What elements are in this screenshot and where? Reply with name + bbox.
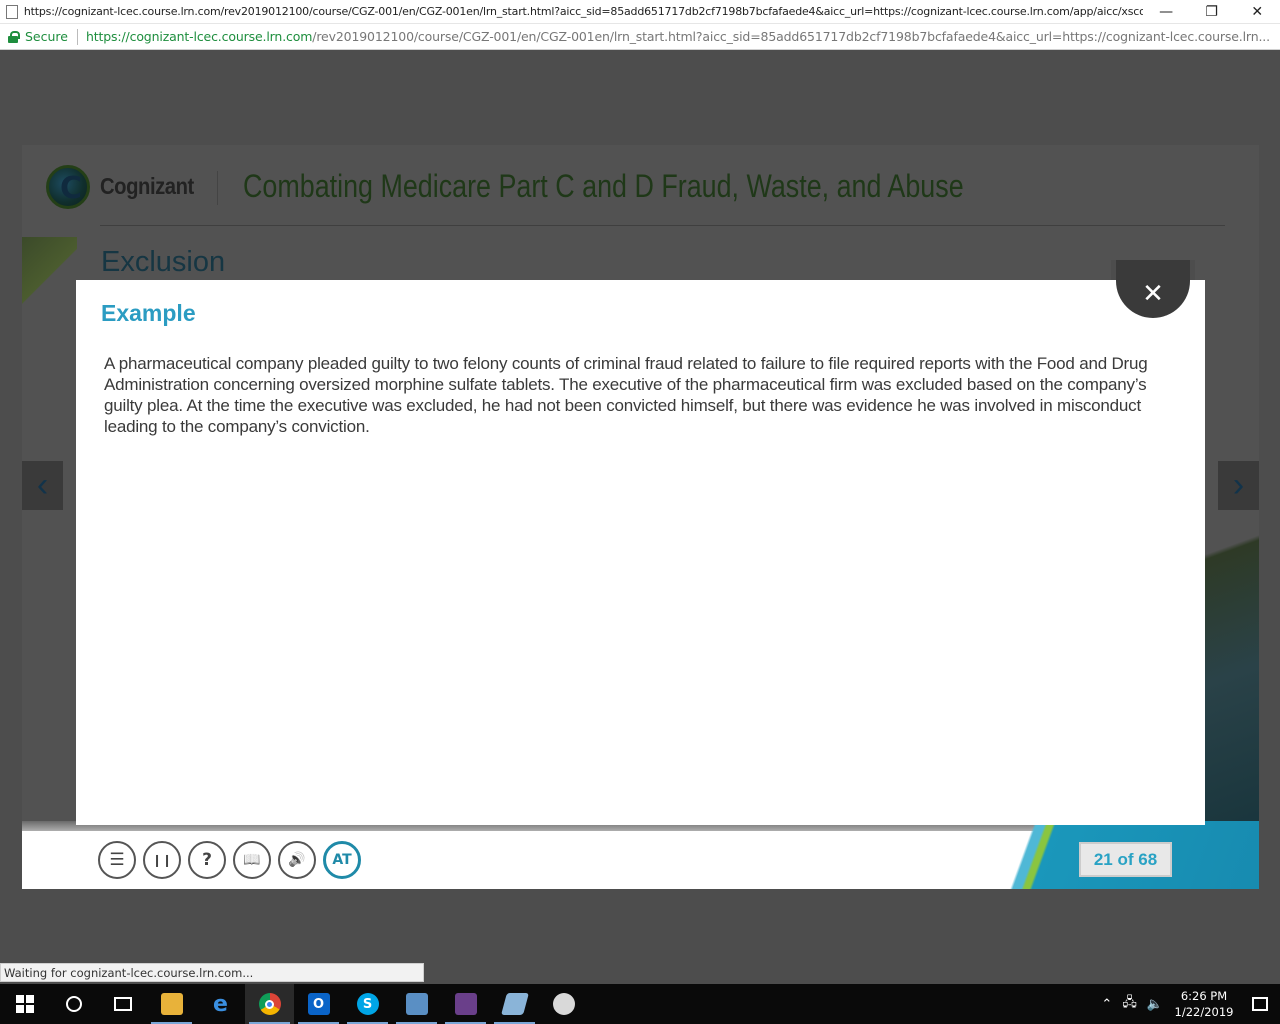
status-bar: Waiting for cognizant-lcec.course.lrn.co… — [0, 963, 424, 982]
windows-logo-icon — [15, 995, 34, 1013]
close-icon: ✕ — [1142, 279, 1164, 309]
page-icon — [6, 4, 18, 19]
url-field[interactable]: https://cognizant-lcec.course.lrn.com/re… — [86, 29, 1271, 44]
outlook-icon: O — [307, 993, 330, 1015]
header-underline — [100, 225, 1225, 226]
window-title: https://cognizant-lcec.course.lrn.com/re… — [23, 5, 1144, 18]
cortana-button[interactable] — [49, 984, 98, 1024]
folder-icon — [160, 993, 183, 1015]
example-modal: ✕ Example A pharmaceutical company plead… — [76, 260, 1205, 825]
url-path: /rev2019012100/course/CGZ-001/en/CGZ-001… — [312, 29, 1270, 44]
clock-time: 6:26 PM — [1180, 989, 1228, 1003]
app-icon — [454, 993, 477, 1015]
notification-icon — [1252, 997, 1268, 1011]
clock-date: 1/22/2019 — [1174, 1005, 1234, 1019]
cognizant-logo-icon: C — [46, 165, 90, 209]
outlook-button[interactable]: O — [294, 984, 343, 1024]
file-explorer-button[interactable] — [147, 984, 196, 1024]
chevron-up-icon[interactable]: ⌃ — [1101, 997, 1112, 1012]
text-size-button[interactable]: AT — [323, 841, 361, 879]
speaker-icon: 🔊 — [288, 852, 306, 868]
cortana-icon — [65, 996, 82, 1012]
paint-icon — [552, 993, 575, 1015]
restore-button[interactable]: ❐ — [1189, 0, 1235, 24]
glossary-button[interactable]: 📖 — [233, 841, 271, 879]
remote-desktop-icon — [405, 993, 428, 1015]
next-slide-button[interactable]: › — [1218, 461, 1259, 510]
chrome-button[interactable] — [245, 984, 294, 1024]
address-divider — [76, 28, 78, 45]
list-icon: ☰ — [109, 850, 125, 870]
snipping-tool-icon — [500, 993, 529, 1015]
system-tray: ⌃ 🖧 🔈 6:26 PM 1/22/2019 — [1096, 984, 1280, 1024]
browser-viewport: C Cognizant Combating Medicare Part C an… — [0, 51, 1280, 982]
task-view-button[interactable] — [98, 984, 147, 1024]
address-bar[interactable]: Secure https://cognizant-lcec.course.lrn… — [0, 24, 1280, 50]
decorative-stripe — [22, 237, 77, 347]
previous-slide-button[interactable]: ‹ — [22, 461, 63, 510]
lock-icon — [8, 31, 20, 43]
start-button[interactable] — [0, 984, 49, 1024]
chevron-right-icon: › — [1232, 466, 1245, 504]
page-counter: 21 of 68 — [1079, 842, 1172, 877]
minimize-button[interactable]: — — [1143, 0, 1189, 24]
app-button[interactable] — [441, 984, 490, 1024]
browser-titlebar: https://cognizant-lcec.course.lrn.com/re… — [0, 0, 1280, 24]
volume-icon[interactable]: 🔈 — [1147, 997, 1163, 1012]
close-modal-button[interactable]: ✕ — [1116, 260, 1190, 318]
skype-button[interactable]: S — [343, 984, 392, 1024]
header-divider — [217, 171, 218, 205]
url-host: https://cognizant-lcec.course.lrn.com — [85, 29, 313, 44]
network-icon[interactable]: 🖧 — [1122, 993, 1137, 1015]
action-center-button[interactable] — [1240, 984, 1280, 1024]
brand-name: Cognizant — [100, 173, 194, 199]
course-title: Combating Medicare Part C and D Fraud, W… — [243, 168, 964, 204]
audio-button[interactable]: 🔊 — [278, 841, 316, 879]
remote-desktop-button[interactable] — [392, 984, 441, 1024]
modal-body-text: A pharmaceutical company pleaded guilty … — [104, 354, 1148, 436]
snipping-tool-button[interactable] — [490, 984, 539, 1024]
section-title: Exclusion — [101, 246, 226, 278]
chrome-icon — [258, 993, 281, 1015]
task-view-icon — [113, 997, 132, 1011]
text-size-icon: AT — [332, 852, 352, 868]
clock[interactable]: 6:26 PM 1/22/2019 — [1168, 988, 1240, 1020]
close-window-button[interactable]: ✕ — [1234, 0, 1280, 24]
edge-icon: e — [213, 991, 228, 1017]
secure-label: Secure — [25, 29, 68, 44]
chevron-left-icon: ‹ — [36, 466, 49, 504]
pause-icon: ❙❙ — [151, 853, 173, 867]
modal-title: Example — [101, 300, 196, 326]
book-icon: 📖 — [243, 852, 261, 868]
help-icon: ? — [202, 850, 212, 870]
windows-taskbar: e O S ⌃ 🖧 🔈 6:26 PM 1/22/2019 — [0, 984, 1280, 1024]
edge-button[interactable]: e — [196, 984, 245, 1024]
help-button[interactable]: ? — [188, 841, 226, 879]
skype-icon: S — [356, 993, 379, 1015]
paint-button[interactable] — [539, 984, 588, 1024]
pause-button[interactable]: ❙❙ — [143, 841, 181, 879]
player-controls: ☰ ❙❙ ? 📖 🔊 AT — [98, 841, 361, 879]
menu-button[interactable]: ☰ — [98, 841, 136, 879]
